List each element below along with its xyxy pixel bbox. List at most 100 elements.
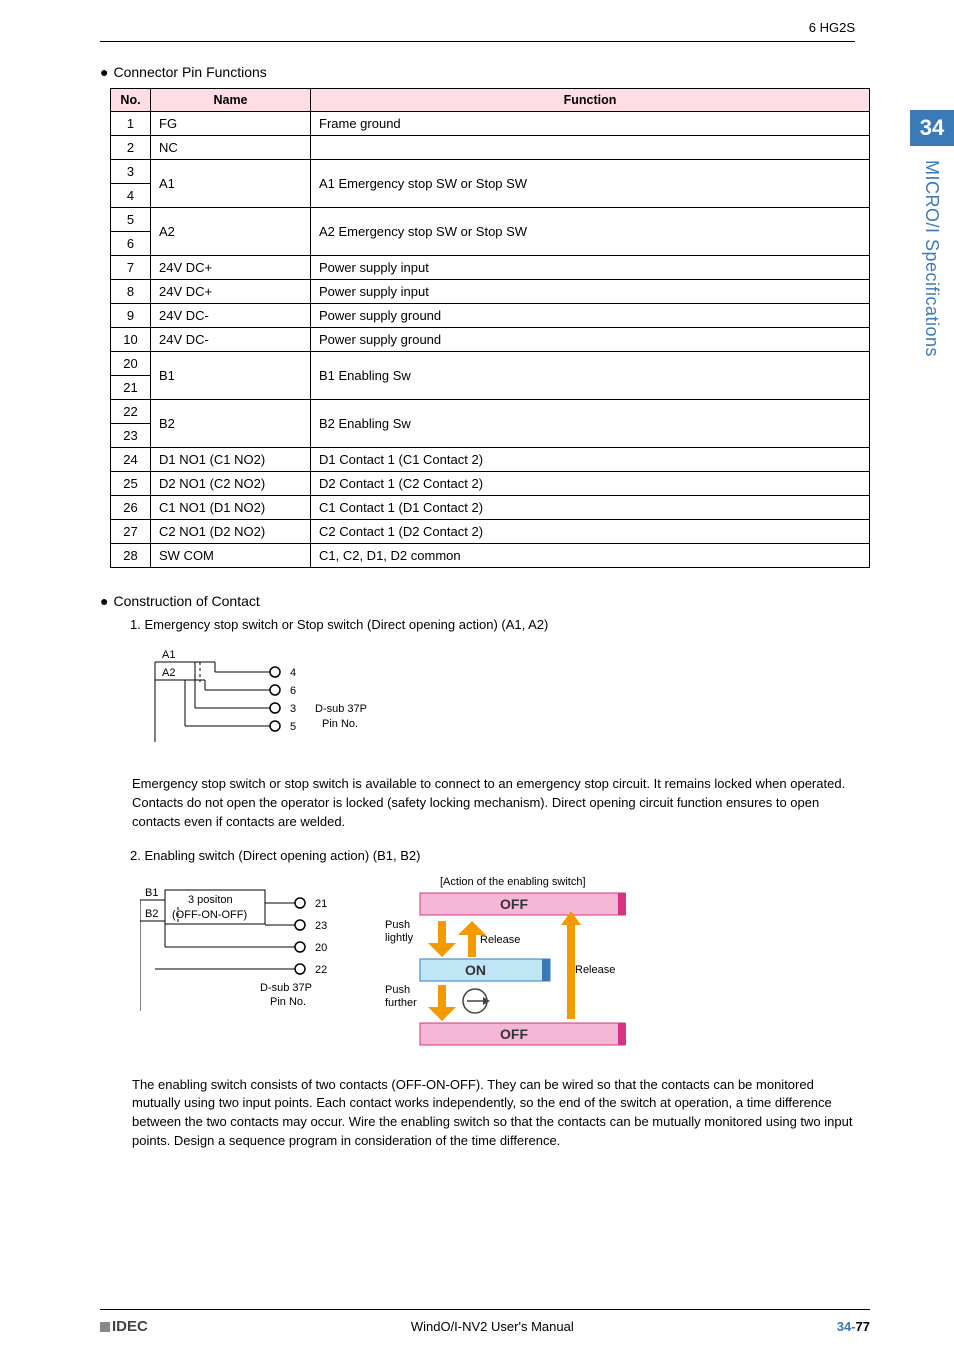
svg-text:3 positon: 3 positon xyxy=(188,894,233,906)
svg-text:Push: Push xyxy=(385,919,410,931)
svg-text:6: 6 xyxy=(290,685,296,697)
cell-no: 2 xyxy=(111,136,151,160)
cell-function: B2 Enabling Sw xyxy=(311,400,870,448)
table-row: 5A2A2 Emergency stop SW or Stop SW xyxy=(111,208,870,232)
col-name: Name xyxy=(151,89,311,112)
cell-name: 24V DC+ xyxy=(151,256,311,280)
cell-no: 25 xyxy=(111,472,151,496)
page-footer: IDEC WindO/I-NV2 User's Manual 34-77 xyxy=(0,1309,954,1335)
svg-text:5: 5 xyxy=(290,721,296,733)
cell-name: C1 NO1 (D1 NO2) xyxy=(151,496,311,520)
table-row: 824V DC+Power supply input xyxy=(111,280,870,304)
cell-no: 8 xyxy=(111,280,151,304)
cell-name: 24V DC+ xyxy=(151,280,311,304)
cell-function: C1 Contact 1 (D1 Contact 2) xyxy=(311,496,870,520)
page-header: 6 HG2S xyxy=(100,20,855,42)
section-title-connector: ●Connector Pin Functions xyxy=(100,64,855,80)
cell-no: 7 xyxy=(111,256,151,280)
cell-function: A2 Emergency stop SW or Stop SW xyxy=(311,208,870,256)
cell-no: 27 xyxy=(111,520,151,544)
cell-no: 28 xyxy=(111,544,151,568)
cell-no: 23 xyxy=(111,424,151,448)
cell-name: SW COM xyxy=(151,544,311,568)
page-number: 34-77 xyxy=(837,1319,870,1334)
cell-name: C2 NO1 (D2 NO2) xyxy=(151,520,311,544)
cell-no: 24 xyxy=(111,448,151,472)
svg-text:D-sub 37P: D-sub 37P xyxy=(260,982,312,994)
chapter-label: MICRO/I Specifications xyxy=(910,146,953,371)
product-name: 6 HG2S xyxy=(809,20,855,35)
col-function: Function xyxy=(311,89,870,112)
item1-body: Emergency stop switch or stop switch is … xyxy=(132,775,862,832)
connector-pins-table: No. Name Function 1FGFrame ground2NC3A1A… xyxy=(110,88,870,568)
cell-no: 22 xyxy=(111,400,151,424)
manual-title: WindO/I-NV2 User's Manual xyxy=(148,1319,837,1334)
cell-function: B1 Enabling Sw xyxy=(311,352,870,400)
table-row: 25D2 NO1 (C2 NO2)D2 Contact 1 (C2 Contac… xyxy=(111,472,870,496)
svg-text:(OFF-ON-OFF): (OFF-ON-OFF) xyxy=(172,909,247,921)
svg-text:21: 21 xyxy=(315,898,327,910)
cell-no: 10 xyxy=(111,328,151,352)
cell-name: FG xyxy=(151,112,311,136)
cell-name: A2 xyxy=(151,208,311,256)
table-row: 24D1 NO1 (C1 NO2)D1 Contact 1 (C1 Contac… xyxy=(111,448,870,472)
item2-body: The enabling switch consists of two cont… xyxy=(132,1076,862,1151)
cell-function: Power supply input xyxy=(311,256,870,280)
diagram-emergency-stop: A1 A2 4 6 3 5 D-sub 37P Pin No. xyxy=(140,642,400,752)
chapter-tab: 34 MICRO/I Specifications xyxy=(910,110,954,371)
cell-no: 3 xyxy=(111,160,151,184)
cell-function: Power supply ground xyxy=(311,304,870,328)
svg-text:OFF: OFF xyxy=(500,1026,528,1042)
cell-name: NC xyxy=(151,136,311,160)
cell-name: B1 xyxy=(151,352,311,400)
chapter-number: 34 xyxy=(910,110,954,146)
cell-name: D2 NO1 (C2 NO2) xyxy=(151,472,311,496)
cell-function: Frame ground xyxy=(311,112,870,136)
table-row: 27C2 NO1 (D2 NO2)C2 Contact 1 (D2 Contac… xyxy=(111,520,870,544)
svg-text:ON: ON xyxy=(465,962,486,978)
item1-heading: 1. Emergency stop switch or Stop switch … xyxy=(130,617,855,632)
table-row: 724V DC+Power supply input xyxy=(111,256,870,280)
bullet-icon: ● xyxy=(100,64,108,80)
cell-no: 20 xyxy=(111,352,151,376)
cell-function: D1 Contact 1 (C1 Contact 2) xyxy=(311,448,870,472)
cell-name: D1 NO1 (C1 NO2) xyxy=(151,448,311,472)
cell-no: 9 xyxy=(111,304,151,328)
cell-name: 24V DC- xyxy=(151,328,311,352)
svg-text:20: 20 xyxy=(315,942,327,954)
svg-text:Release: Release xyxy=(575,964,615,976)
table-row: 924V DC-Power supply ground xyxy=(111,304,870,328)
brand-logo: IDEC xyxy=(100,1318,148,1335)
svg-text:Pin No.: Pin No. xyxy=(270,996,306,1008)
svg-text:23: 23 xyxy=(315,920,327,932)
svg-text:Pin No.: Pin No. xyxy=(322,718,358,730)
svg-text:22: 22 xyxy=(315,964,327,976)
svg-text:lightly: lightly xyxy=(385,932,414,944)
svg-text:4: 4 xyxy=(290,667,296,679)
table-row: 1FGFrame ground xyxy=(111,112,870,136)
table-row: 20B1B1 Enabling Sw xyxy=(111,352,870,376)
svg-text:A1: A1 xyxy=(162,649,175,661)
cell-function: C1, C2, D1, D2 common xyxy=(311,544,870,568)
svg-text:A2: A2 xyxy=(162,667,175,679)
cell-function: Power supply ground xyxy=(311,328,870,352)
cell-no: 6 xyxy=(111,232,151,256)
svg-text:B1: B1 xyxy=(145,887,158,899)
table-row: 22B2B2 Enabling Sw xyxy=(111,400,870,424)
svg-text:further: further xyxy=(385,997,417,1009)
section-title-construction: ●Construction of Contact xyxy=(100,593,855,609)
table-row: 26C1 NO1 (D1 NO2)C1 Contact 1 (D1 Contac… xyxy=(111,496,870,520)
cell-function: C2 Contact 1 (D2 Contact 2) xyxy=(311,520,870,544)
item2-heading: 2. Enabling switch (Direct opening actio… xyxy=(130,848,855,863)
svg-text:D-sub 37P: D-sub 37P xyxy=(315,703,367,715)
cell-name: 24V DC- xyxy=(151,304,311,328)
cell-function xyxy=(311,136,870,160)
cell-function: Power supply input xyxy=(311,280,870,304)
svg-text:B2: B2 xyxy=(145,908,158,920)
cell-function: D2 Contact 1 (C2 Contact 2) xyxy=(311,472,870,496)
svg-text:OFF: OFF xyxy=(500,896,528,912)
table-row: 2NC xyxy=(111,136,870,160)
cell-no: 1 xyxy=(111,112,151,136)
svg-text:[Action of the enabling switch: [Action of the enabling switch] xyxy=(440,876,586,888)
diagram-enabling-switch: B1 B2 3 positon (OFF-ON-OFF) 21 23 20 22… xyxy=(140,873,660,1053)
